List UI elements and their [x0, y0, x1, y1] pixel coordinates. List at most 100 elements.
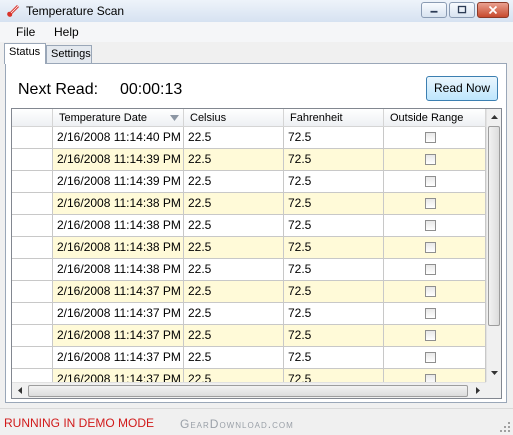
status-tab-panel: Next Read: 00:00:13 Read Now Temperature…: [5, 63, 507, 403]
cell-celsius[interactable]: 22.5: [184, 325, 284, 347]
scroll-up-icon[interactable]: [487, 110, 502, 125]
menu-file[interactable]: File: [16, 25, 35, 39]
outside-range-checkbox[interactable]: [425, 154, 436, 165]
cell-fahrenheit[interactable]: 72.5: [284, 237, 384, 259]
table-row[interactable]: 2/16/2008 11:14:37 PM 22.5 72.5: [12, 325, 487, 347]
cell-celsius[interactable]: 22.5: [184, 127, 284, 149]
cell-date[interactable]: 2/16/2008 11:14:38 PM: [53, 237, 184, 259]
cell-fahrenheit[interactable]: 72.5: [284, 127, 384, 149]
cell-date[interactable]: 2/16/2008 11:14:37 PM: [53, 303, 184, 325]
row-header[interactable]: [12, 127, 53, 149]
maximize-button[interactable]: [449, 2, 475, 18]
cell-fahrenheit[interactable]: 72.5: [284, 325, 384, 347]
cell-date[interactable]: 2/16/2008 11:14:39 PM: [53, 149, 184, 171]
row-header[interactable]: [12, 325, 53, 347]
cell-date[interactable]: 2/16/2008 11:14:37 PM: [53, 347, 184, 369]
cell-celsius[interactable]: 22.5: [184, 259, 284, 281]
cell-outside-range: [384, 281, 486, 303]
table-row[interactable]: 2/16/2008 11:14:37 PM 22.5 72.5: [12, 303, 487, 325]
scroll-left-icon[interactable]: [13, 383, 28, 398]
vertical-scroll-thumb[interactable]: [488, 126, 500, 326]
table-row[interactable]: 2/16/2008 11:14:39 PM 22.5 72.5: [12, 149, 487, 171]
menu-help[interactable]: Help: [54, 25, 79, 39]
table-row[interactable]: 2/16/2008 11:14:38 PM 22.5 72.5: [12, 215, 487, 237]
horizontal-scrollbar[interactable]: [12, 382, 486, 398]
column-header-temperature-date[interactable]: Temperature Date: [53, 109, 184, 127]
cell-date[interactable]: 2/16/2008 11:14:37 PM: [53, 281, 184, 303]
close-button[interactable]: [477, 2, 509, 18]
row-header[interactable]: [12, 193, 53, 215]
horizontal-scroll-thumb[interactable]: [28, 385, 468, 397]
table-row[interactable]: 2/16/2008 11:14:38 PM 22.5 72.5: [12, 193, 487, 215]
table-row[interactable]: 2/16/2008 11:14:40 PM 22.5 72.5: [12, 127, 487, 149]
vertical-scrollbar[interactable]: [486, 109, 502, 382]
table-row[interactable]: 2/16/2008 11:14:37 PM 22.5 72.5: [12, 347, 487, 369]
cell-date[interactable]: 2/16/2008 11:14:39 PM: [53, 171, 184, 193]
next-read-countdown: 00:00:13: [120, 81, 183, 98]
cell-fahrenheit[interactable]: 72.5: [284, 171, 384, 193]
minimize-icon: [430, 10, 438, 13]
cell-date[interactable]: 2/16/2008 11:14:38 PM: [53, 193, 184, 215]
cell-fahrenheit[interactable]: 72.5: [284, 281, 384, 303]
cell-outside-range: [384, 215, 486, 237]
outside-range-checkbox[interactable]: [425, 352, 436, 363]
cell-celsius[interactable]: 22.5: [184, 281, 284, 303]
row-header[interactable]: [12, 149, 53, 171]
tab-status[interactable]: Status: [4, 43, 46, 64]
scroll-down-icon[interactable]: [487, 365, 502, 380]
row-header[interactable]: [12, 303, 53, 325]
row-header[interactable]: [12, 171, 53, 193]
cell-outside-range: [384, 347, 486, 369]
cell-outside-range: [384, 127, 486, 149]
menu-bar: File Help: [0, 22, 513, 42]
size-grip-icon[interactable]: [499, 421, 511, 433]
table-row[interactable]: 2/16/2008 11:14:37 PM 22.5 72.5: [12, 281, 487, 303]
cell-celsius[interactable]: 22.5: [184, 149, 284, 171]
column-header-celsius[interactable]: Celsius: [184, 109, 284, 127]
cell-date[interactable]: 2/16/2008 11:14:38 PM: [53, 259, 184, 281]
cell-celsius[interactable]: 22.5: [184, 303, 284, 325]
temperature-grid[interactable]: Temperature Date Celsius Fahrenheit Outs…: [11, 108, 502, 399]
row-header[interactable]: [12, 215, 53, 237]
row-header[interactable]: [12, 281, 53, 303]
minimize-button[interactable]: [421, 2, 447, 18]
cell-celsius[interactable]: 22.5: [184, 171, 284, 193]
cell-date[interactable]: 2/16/2008 11:14:40 PM: [53, 127, 184, 149]
outside-range-checkbox[interactable]: [425, 330, 436, 341]
table-row[interactable]: 2/16/2008 11:14:39 PM 22.5 72.5: [12, 171, 487, 193]
column-header-outside-range[interactable]: Outside Range: [384, 109, 486, 127]
cell-date[interactable]: 2/16/2008 11:14:37 PM: [53, 325, 184, 347]
outside-range-checkbox[interactable]: [425, 308, 436, 319]
cell-fahrenheit[interactable]: 72.5: [284, 303, 384, 325]
cell-celsius[interactable]: 22.5: [184, 237, 284, 259]
scroll-right-icon[interactable]: [470, 383, 485, 398]
table-row[interactable]: 2/16/2008 11:14:38 PM 22.5 72.5: [12, 237, 487, 259]
cell-outside-range: [384, 325, 486, 347]
tab-settings[interactable]: Settings: [46, 45, 92, 63]
outside-range-checkbox[interactable]: [425, 220, 436, 231]
row-header[interactable]: [12, 259, 53, 281]
scrollbar-corner: [486, 382, 501, 398]
column-header-fahrenheit[interactable]: Fahrenheit: [284, 109, 384, 127]
cell-fahrenheit[interactable]: 72.5: [284, 193, 384, 215]
cell-fahrenheit[interactable]: 72.5: [284, 215, 384, 237]
outside-range-checkbox[interactable]: [425, 286, 436, 297]
cell-fahrenheit[interactable]: 72.5: [284, 347, 384, 369]
title-bar[interactable]: Temperature Scan: [0, 0, 513, 23]
cell-outside-range: [384, 259, 486, 281]
cell-fahrenheit[interactable]: 72.5: [284, 259, 384, 281]
outside-range-checkbox[interactable]: [425, 176, 436, 187]
row-header[interactable]: [12, 347, 53, 369]
outside-range-checkbox[interactable]: [425, 198, 436, 209]
outside-range-checkbox[interactable]: [425, 132, 436, 143]
outside-range-checkbox[interactable]: [425, 242, 436, 253]
cell-celsius[interactable]: 22.5: [184, 193, 284, 215]
cell-fahrenheit[interactable]: 72.5: [284, 149, 384, 171]
cell-celsius[interactable]: 22.5: [184, 215, 284, 237]
cell-date[interactable]: 2/16/2008 11:14:38 PM: [53, 215, 184, 237]
read-now-button[interactable]: Read Now: [426, 76, 498, 101]
table-row[interactable]: 2/16/2008 11:14:38 PM 22.5 72.5: [12, 259, 487, 281]
outside-range-checkbox[interactable]: [425, 264, 436, 275]
row-header[interactable]: [12, 237, 53, 259]
cell-celsius[interactable]: 22.5: [184, 347, 284, 369]
